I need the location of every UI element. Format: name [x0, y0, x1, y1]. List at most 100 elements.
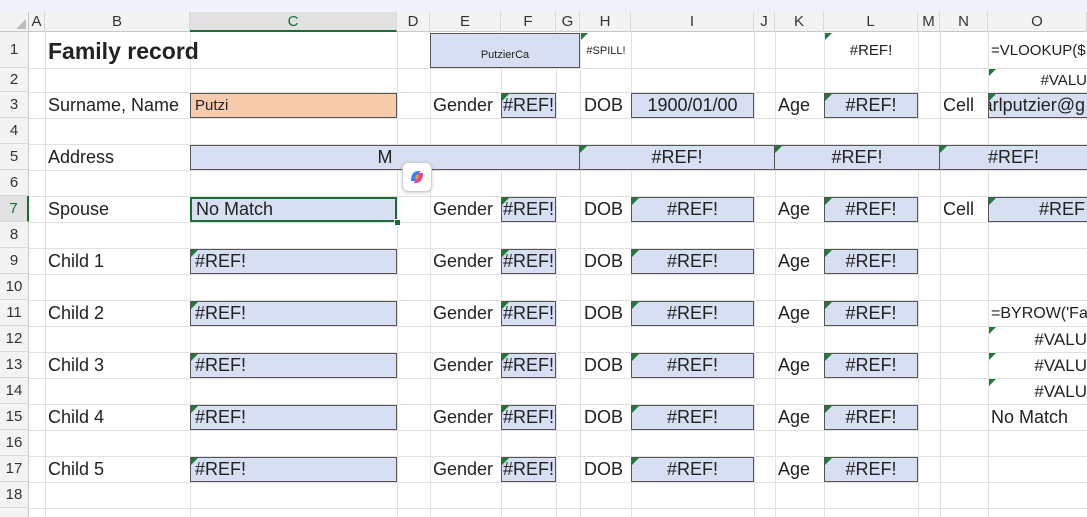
child-2-dob-value[interactable]: #REF!	[631, 301, 754, 326]
row-header-3[interactable]: 3	[0, 92, 29, 118]
address-ref-2[interactable]: #REF!	[774, 145, 940, 170]
child-3-gender-value[interactable]: #REF!	[501, 353, 556, 378]
name-code-cell[interactable]: PutzierCa	[430, 33, 580, 68]
child-4-gender-label: Gender	[433, 407, 494, 427]
gender-value[interactable]: #REF!	[501, 93, 556, 118]
child-2-age-value[interactable]: #REF!	[824, 301, 918, 326]
col-header-m[interactable]: M	[918, 12, 940, 32]
child-4-dob-value[interactable]: #REF!	[631, 405, 754, 430]
col-header-n[interactable]: N	[940, 12, 988, 32]
gridline-h	[29, 456, 1087, 457]
gridline-h	[29, 508, 1087, 509]
spreadsheet[interactable]: A B C D E F G H I J K L M N O 1 2 3 4 5 …	[0, 0, 1087, 517]
gridline-h	[29, 482, 1087, 483]
row-header-11[interactable]: 11	[0, 300, 29, 326]
child-5-gender-value[interactable]: #REF!	[501, 457, 556, 482]
child-3-dob-value[interactable]: #REF!	[631, 353, 754, 378]
child-1-gender-value[interactable]: #REF!	[501, 249, 556, 274]
col-header-a[interactable]: A	[29, 12, 45, 32]
gridline-h	[29, 92, 1087, 93]
age-value[interactable]: #REF!	[824, 93, 918, 118]
col-header-l[interactable]: L	[824, 12, 918, 32]
value-error-cell-o2[interactable]: #VALU	[989, 69, 1087, 92]
row-header-8[interactable]: 8	[0, 222, 29, 248]
value-error-cell-o14[interactable]: #VALU	[989, 379, 1087, 404]
child-5-value[interactable]: #REF!	[190, 457, 397, 482]
gridline-h	[29, 430, 1087, 431]
child-3-dob-label: DOB	[584, 355, 624, 375]
row-header-5[interactable]: 5	[0, 144, 29, 170]
col-header-g[interactable]: G	[556, 12, 580, 32]
child-3-age-value[interactable]: #REF!	[824, 353, 918, 378]
row-header-19[interactable]	[0, 508, 29, 517]
col-header-h[interactable]: H	[580, 12, 631, 32]
row-header-10[interactable]: 10	[0, 274, 29, 300]
row-header-15[interactable]: 15	[0, 404, 29, 430]
col-header-d[interactable]: D	[397, 12, 430, 32]
col-header-k[interactable]: K	[775, 12, 824, 32]
address-value[interactable]: M	[190, 145, 580, 170]
child-2-value[interactable]: #REF!	[190, 301, 397, 326]
gridline-h	[29, 248, 1087, 249]
row-header-16[interactable]: 16	[0, 430, 29, 456]
row-header-4[interactable]: 4	[0, 118, 29, 144]
byrow-formula-cell[interactable]: =BYROW('Fa	[991, 301, 1087, 326]
col-header-i[interactable]: I	[631, 12, 754, 32]
spouse-cell-value[interactable]: #REF	[988, 197, 1087, 222]
no-match-cell-o15[interactable]: No Match	[991, 405, 1087, 430]
value-error-cell-o13[interactable]: #VALU	[989, 353, 1087, 378]
col-header-c[interactable]: C	[190, 12, 397, 32]
col-header-e[interactable]: E	[430, 12, 501, 32]
child-1-dob-value[interactable]: #REF!	[631, 249, 754, 274]
spouse-gender-value[interactable]: #REF!	[501, 197, 556, 222]
dob-value[interactable]: 1900/01/00	[631, 93, 754, 118]
row-header-1[interactable]: 1	[0, 32, 29, 68]
child-4-gender-value[interactable]: #REF!	[501, 405, 556, 430]
col-header-j[interactable]: J	[754, 12, 775, 32]
row-header-18[interactable]: 18	[0, 482, 29, 508]
select-all-button[interactable]	[0, 12, 29, 32]
col-header-o[interactable]: O	[988, 12, 1087, 32]
surname-name-input[interactable]: Putzi	[190, 93, 397, 118]
gridline-h	[29, 118, 1087, 119]
child-5-age-value[interactable]: #REF!	[824, 457, 918, 482]
dob-label: DOB	[584, 95, 624, 115]
email-value[interactable]: arlputzier@g	[988, 93, 1087, 118]
spouse-dob-value[interactable]: #REF!	[631, 197, 754, 222]
row-header-7[interactable]: 7	[0, 196, 29, 222]
col-header-f[interactable]: F	[501, 12, 556, 32]
fill-handle[interactable]	[394, 219, 401, 226]
child-4-value[interactable]: #REF!	[190, 405, 397, 430]
child-3-value[interactable]: #REF!	[190, 353, 397, 378]
address-ref-1[interactable]: #REF!	[579, 145, 775, 170]
child-2-gender-value[interactable]: #REF!	[501, 301, 556, 326]
row-header-13[interactable]: 13	[0, 352, 29, 378]
address-ref-3[interactable]: #REF!	[939, 145, 1087, 170]
child-1-age-label: Age	[778, 251, 811, 271]
value-error-cell-o12[interactable]: #VALU	[989, 327, 1087, 352]
child-3-label: Child 3	[48, 355, 105, 375]
spouse-age-label: Age	[778, 199, 811, 219]
copilot-button[interactable]	[402, 162, 432, 192]
ref-error-cell-l1[interactable]: #REF!	[825, 33, 917, 68]
child-4-age-value[interactable]: #REF!	[824, 405, 918, 430]
spill-error-cell[interactable]: #SPILL!	[581, 33, 631, 68]
child-2-dob-label: DOB	[584, 303, 624, 323]
row-header-9[interactable]: 9	[0, 248, 29, 274]
child-1-value[interactable]: #REF!	[190, 249, 397, 274]
child-5-dob-value[interactable]: #REF!	[631, 457, 754, 482]
vlookup-formula-cell[interactable]: =VLOOKUP($	[991, 33, 1087, 68]
row-header-14[interactable]: 14	[0, 378, 29, 404]
child-1-age-value[interactable]: #REF!	[824, 249, 918, 274]
col-header-b[interactable]: B	[45, 12, 190, 32]
sheet-title[interactable]: Family record	[48, 34, 199, 68]
row-header-2[interactable]: 2	[0, 68, 29, 92]
child-3-gender-label: Gender	[433, 355, 494, 375]
row-header-17[interactable]: 17	[0, 456, 29, 482]
child-5-dob-label: DOB	[584, 459, 624, 479]
row-header-6[interactable]: 6	[0, 170, 29, 196]
spouse-value[interactable]: No Match	[190, 197, 397, 222]
child-1-gender-label: Gender	[433, 251, 494, 271]
row-header-12[interactable]: 12	[0, 326, 29, 352]
spouse-age-value[interactable]: #REF!	[824, 197, 918, 222]
